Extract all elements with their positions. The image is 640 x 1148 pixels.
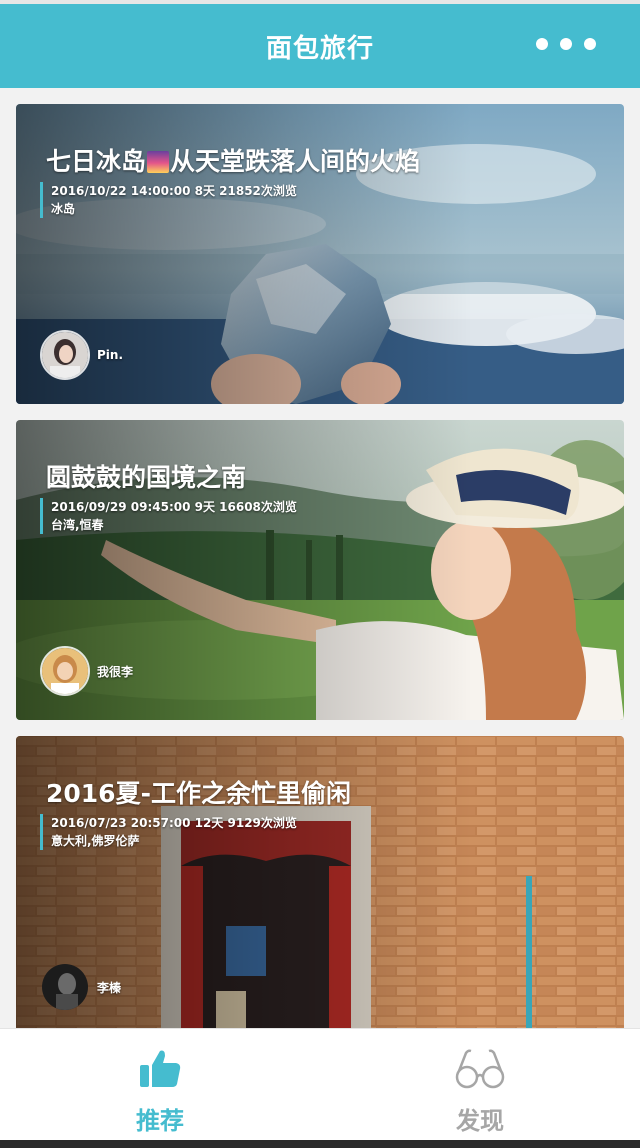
card-meta: 2016/09/29 09:45:00 9天 16608次浏览 台湾,恒春 (40, 498, 297, 534)
app-title: 面包旅行 (265, 33, 374, 64)
avatar[interactable] (40, 330, 90, 380)
top-nav-bar: 面包旅行 (0, 4, 640, 88)
tab-discover[interactable]: 发现 (320, 1029, 640, 1140)
glasses-icon (455, 1049, 505, 1089)
card-title: 圆鼓鼓的国境之南 (46, 463, 247, 492)
tab-label: 推荐 (136, 1107, 184, 1135)
travel-card[interactable]: 七日冰岛 从天堂跌落人间的火焰 2016/10/22 14:00:00 8天 21… (16, 104, 624, 404)
avatar[interactable] (40, 646, 90, 696)
card-date-stats: 2016/07/23 20:57:00 12天 9129次浏览 (51, 816, 297, 830)
author-name: 李榛 (97, 980, 122, 995)
card-location: 台湾,恒春 (51, 518, 104, 532)
bottom-strip (0, 1140, 640, 1148)
author-name: Pin. (97, 348, 124, 362)
author-name: 我很李 (97, 664, 134, 679)
card-date-stats: 2016/09/29 09:45:00 9天 16608次浏览 (51, 500, 297, 514)
sunrise-emoji-icon (147, 151, 170, 173)
travel-card[interactable]: 圆鼓鼓的国境之南 2016/09/29 09:45:00 9天 16608次浏览… (16, 420, 624, 720)
more-dots-icon[interactable] (536, 38, 596, 50)
card-author[interactable]: 李榛 (40, 962, 121, 1012)
card-meta: 2016/10/22 14:00:00 8天 21852次浏览 冰岛 (40, 182, 297, 218)
card-author[interactable]: 我很李 (40, 646, 133, 696)
card-location: 意大利,佛罗伦萨 (51, 834, 140, 848)
card-date-stats: 2016/10/22 14:00:00 8天 21852次浏览 (51, 184, 297, 198)
tab-label: 发现 (456, 1107, 504, 1135)
avatar[interactable] (40, 962, 90, 1012)
card-location: 冰岛 (51, 202, 76, 216)
card-author[interactable]: Pin. (40, 330, 123, 380)
card-title: 2016夏-工作之余忙里偷闲 (46, 779, 351, 808)
card-title: 七日冰岛 从天堂跌落人间的火焰 (46, 147, 421, 176)
bottom-tab-bar: 推荐 发现 (0, 1028, 640, 1140)
thumbs-up-icon (140, 1050, 181, 1087)
card-meta: 2016/07/23 20:57:00 12天 9129次浏览 意大利,佛罗伦萨 (40, 814, 297, 850)
travel-card[interactable]: 2016夏-工作之余忙里偷闲 2016/07/23 20:57:00 12天 9… (16, 736, 624, 1028)
tab-recommend[interactable]: 推荐 (0, 1029, 320, 1140)
